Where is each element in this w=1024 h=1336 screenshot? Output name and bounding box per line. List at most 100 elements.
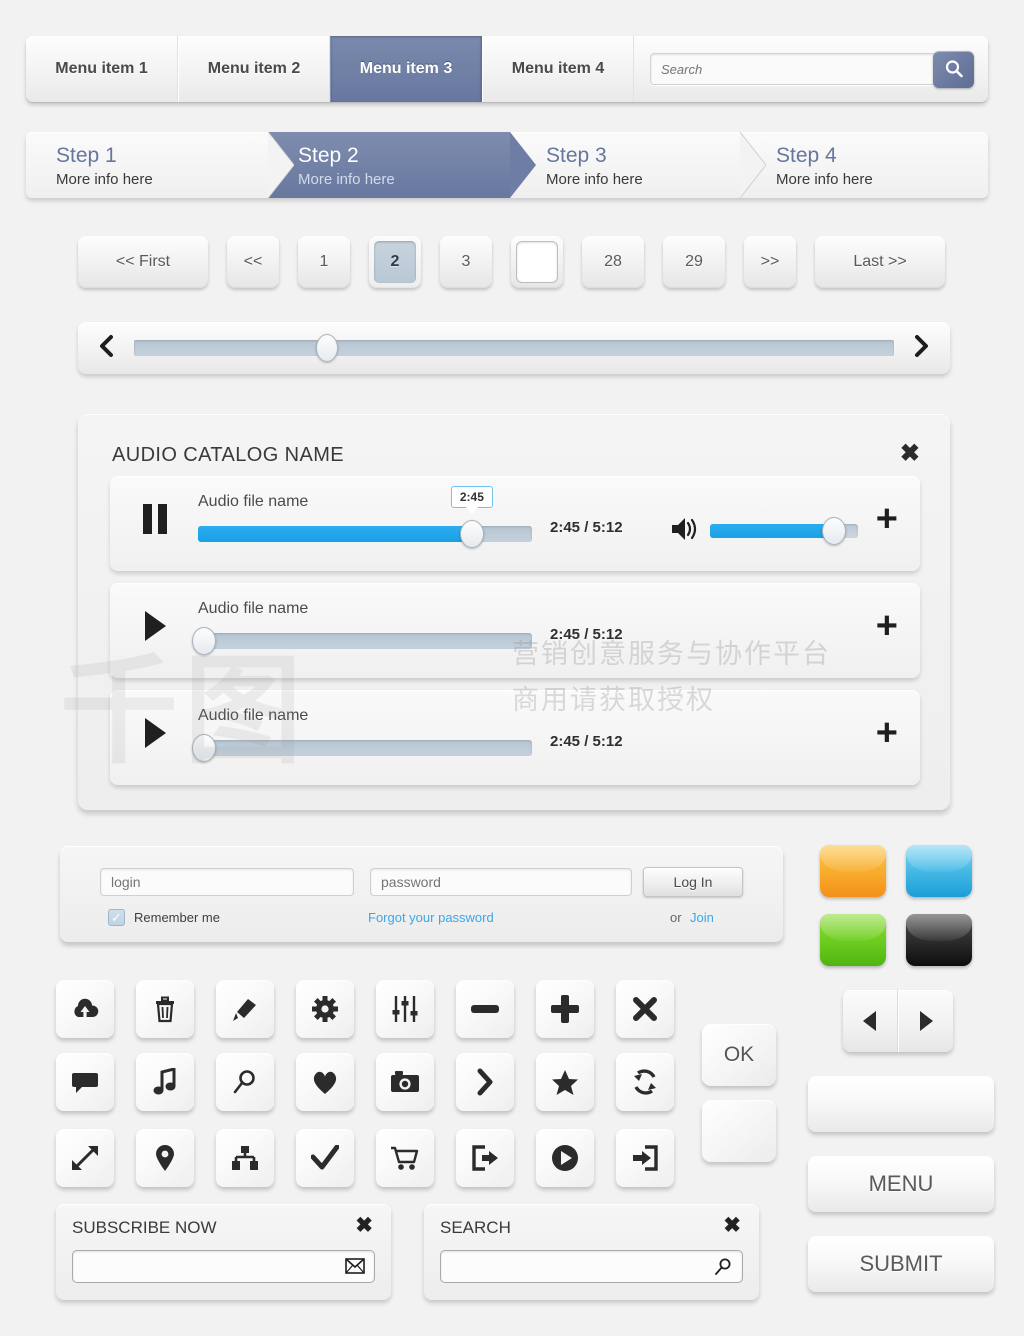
menu-item-1-label: Menu item 1 [55, 60, 148, 77]
submit-button[interactable]: SUBMIT [808, 1236, 994, 1292]
login-icon-button[interactable] [616, 1129, 674, 1187]
cloud-upload-icon-button[interactable] [56, 980, 114, 1038]
plus-icon-button[interactable] [536, 980, 594, 1038]
audio-progress-track[interactable]: 2:45 [198, 486, 532, 548]
check-icon [311, 1145, 339, 1170]
close-icon-button[interactable] [616, 980, 674, 1038]
search-field-wrapper [440, 1250, 743, 1283]
audio-progress-thumb[interactable] [192, 734, 216, 762]
gear-icon-button[interactable] [296, 980, 354, 1038]
pagination-page-3-label: 3 [461, 253, 471, 270]
audio-progress-thumb[interactable] [192, 627, 216, 655]
login-field[interactable] [100, 868, 354, 896]
color-tile-black[interactable] [906, 914, 972, 966]
sliders-icon-button[interactable] [376, 980, 434, 1038]
empty-bar-button[interactable] [808, 1076, 994, 1132]
slider-track[interactable] [134, 334, 894, 362]
music-note-icon-button[interactable] [136, 1053, 194, 1111]
join-link[interactable]: Join [690, 910, 714, 925]
pagination-page-input[interactable] [511, 236, 563, 288]
heart-icon-button[interactable] [296, 1053, 354, 1111]
pencil-icon-button[interactable] [216, 980, 274, 1038]
volume-fill [710, 524, 835, 538]
pagination-page-1[interactable]: 1 [298, 236, 350, 288]
menu-search-area [634, 36, 988, 102]
login-icon [633, 1145, 658, 1171]
search-input[interactable] [650, 53, 939, 85]
audio-progress-track[interactable] [192, 627, 532, 655]
pagination-next[interactable]: >> [744, 236, 796, 288]
expand-icon-button[interactable] [56, 1129, 114, 1187]
color-tile-blue[interactable] [906, 845, 972, 897]
pagination-page-3[interactable]: 3 [440, 236, 492, 288]
chevron-right-icon[interactable] [908, 334, 934, 362]
ok-button[interactable]: OK [702, 1024, 776, 1086]
step-3[interactable]: Step 3 More info here [510, 132, 766, 198]
magnifier-icon-button[interactable] [216, 1053, 274, 1111]
search-panel-input[interactable] [449, 1251, 704, 1282]
arrow-left-button[interactable] [843, 990, 898, 1052]
slider-thumb[interactable] [316, 334, 339, 362]
add-button[interactable]: + [876, 607, 898, 644]
volume-track[interactable] [710, 517, 858, 545]
pagination-page-28[interactable]: 28 [582, 236, 644, 288]
audio-file-name: Audio file name [198, 493, 309, 510]
step-4-title: Step 4 [776, 144, 837, 167]
chevron-left-icon[interactable] [94, 334, 120, 362]
audio-progress-thumb[interactable] [459, 520, 484, 548]
menu-button[interactable]: MENU [808, 1156, 994, 1212]
pagination-page-29[interactable]: 29 [663, 236, 725, 288]
arrow-pair-buttons [843, 990, 953, 1052]
play-button[interactable] [140, 609, 182, 651]
chat-bubble-icon-button[interactable] [56, 1053, 114, 1111]
close-icon[interactable]: ✖ [900, 442, 920, 466]
add-button[interactable]: + [876, 500, 898, 537]
volume-thumb[interactable] [822, 517, 847, 545]
minus-icon-button[interactable] [456, 980, 514, 1038]
pagination-page-input-inner[interactable] [516, 241, 558, 283]
magnifier-icon[interactable] [713, 1258, 733, 1281]
pagination-prev-label: << [243, 253, 263, 270]
forgot-password-link[interactable]: Forgot your password [368, 910, 494, 925]
refresh-icon-button[interactable] [616, 1053, 674, 1111]
cart-icon-button[interactable] [376, 1129, 434, 1187]
logout-icon-button[interactable] [456, 1129, 514, 1187]
color-tile-green[interactable] [820, 914, 886, 966]
log-in-button[interactable]: Log In [643, 867, 743, 897]
menu-item-1[interactable]: Menu item 1 [26, 36, 178, 102]
star-icon-button[interactable] [536, 1053, 594, 1111]
audio-progress-track[interactable] [192, 734, 532, 762]
pagination-first[interactable]: << First [78, 236, 208, 288]
step-2[interactable]: Step 2 More info here [268, 132, 536, 198]
subscribe-email-input[interactable] [81, 1251, 336, 1282]
remember-me-checkbox[interactable]: ✓ [108, 909, 125, 926]
trash-icon-button[interactable] [136, 980, 194, 1038]
pagination-page-2[interactable]: 2 [369, 236, 421, 288]
check-icon-button[interactable] [296, 1129, 354, 1187]
sitemap-icon-button[interactable] [216, 1129, 274, 1187]
step-2-title: Step 2 [298, 144, 359, 167]
close-icon[interactable]: ✖ [355, 1215, 373, 1236]
map-pin-icon-button[interactable] [136, 1129, 194, 1187]
password-field[interactable] [370, 868, 632, 896]
blank-square-button[interactable] [702, 1100, 776, 1162]
arrow-right-button[interactable] [898, 990, 953, 1052]
chevron-right-icon-button[interactable] [456, 1053, 514, 1111]
search-button[interactable] [933, 50, 974, 88]
play-circle-icon-button[interactable] [536, 1129, 594, 1187]
envelope-icon[interactable] [345, 1258, 365, 1279]
pagination-prev[interactable]: << [227, 236, 279, 288]
play-button[interactable] [140, 716, 182, 758]
speaker-icon[interactable] [670, 516, 700, 547]
close-icon[interactable]: ✖ [723, 1215, 741, 1236]
pause-button[interactable] [140, 502, 182, 544]
pagination-last[interactable]: Last >> [815, 236, 945, 288]
color-tile-orange[interactable] [820, 845, 886, 897]
menu-item-4[interactable]: Menu item 4 [482, 36, 634, 102]
add-button[interactable]: + [876, 714, 898, 751]
menu-item-2[interactable]: Menu item 2 [178, 36, 330, 102]
camera-icon-button[interactable] [376, 1053, 434, 1111]
step-1[interactable]: Step 1 More info here [26, 132, 294, 198]
menu-item-3[interactable]: Menu item 3 [330, 36, 482, 102]
step-4[interactable]: Step 4 More info here [740, 132, 988, 198]
